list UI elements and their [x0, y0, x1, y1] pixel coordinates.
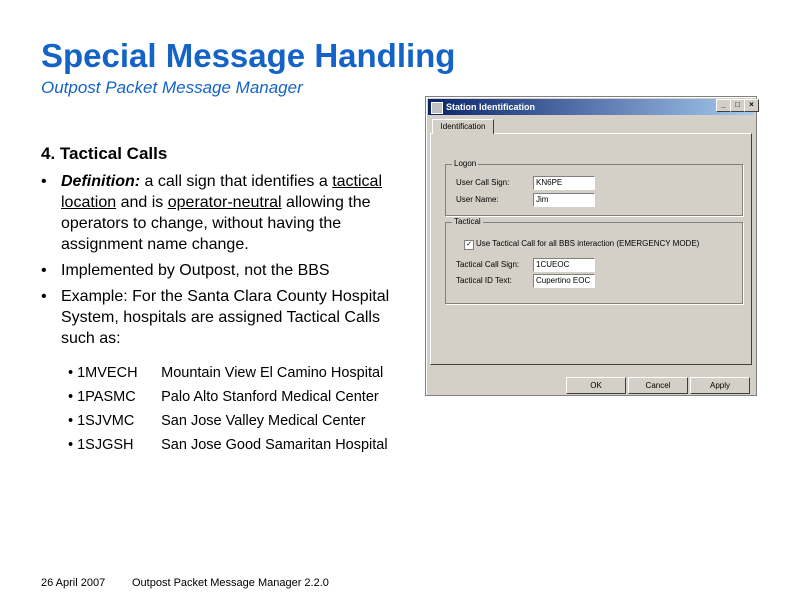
logon-group: Logon [445, 159, 743, 216]
footer-date: 26 April 2007 [41, 577, 106, 589]
cancel-button[interactable]: Cancel [628, 377, 688, 394]
tactical-group-label: Tactical [452, 217, 483, 227]
station-identification-dialog: Station Identification _ □ × Identificat… [425, 96, 759, 396]
slide-title: Special Message Handling [41, 37, 456, 74]
emergency-mode-checkbox[interactable]: ✓ [464, 240, 474, 250]
tactical-id-field[interactable]: Cupertino EOC [533, 274, 595, 288]
user-name-label: User Name: [456, 195, 499, 204]
bullet-text: Implemented by Outpost, not the BBS [61, 262, 330, 279]
dialog-title: Station Identification [446, 102, 535, 112]
emergency-mode-label: Use Tactical Call for all BBS interactio… [476, 239, 700, 248]
dialog-title-bar: Station Identification [428, 99, 754, 115]
close-button[interactable]: × [744, 99, 759, 112]
bullet-definition: • Definition: a call sign that identifie… [41, 171, 401, 255]
bullet-text: Example: For the Santa Clara County Hosp… [61, 288, 390, 347]
maximize-button[interactable]: □ [730, 99, 745, 112]
bullet-dot: • [68, 389, 74, 405]
tab-identification[interactable]: Identification [432, 119, 494, 134]
slide-subtitle: Outpost Packet Message Manager [41, 78, 303, 97]
user-call-sign-field[interactable]: KN6PE [533, 176, 595, 190]
bullet-dot: • [68, 437, 74, 453]
user-name-field[interactable]: Jim [533, 193, 595, 207]
example-list: • 1MVECH Mountain View El Camino Hospital… [68, 361, 388, 457]
bullet-dot: • [41, 173, 47, 190]
minimize-button[interactable]: _ [716, 99, 731, 112]
operator-neutral-text: operator-neutral [167, 194, 282, 211]
example-item: • 1SJVMC San Jose Valley Medical Center [68, 409, 388, 433]
logon-group-label: Logon [452, 159, 479, 169]
example-code: 1MVECH [77, 365, 138, 381]
bullet-dot: • [41, 288, 47, 305]
ok-button[interactable]: OK [566, 377, 626, 394]
user-call-sign-label: User Call Sign: [456, 178, 510, 187]
definition-text: a call sign that identifies a [140, 173, 333, 190]
bullet-dot: • [41, 262, 47, 279]
example-name: San Jose Good Samaritan Hospital [161, 437, 388, 453]
definition-label: Definition: [61, 173, 141, 190]
tactical-call-sign-label: Tactical Call Sign: [456, 260, 520, 269]
section-heading: 4. Tactical Calls [41, 144, 168, 163]
example-code: 1SJGSH [77, 437, 134, 453]
bullet-dot: • [68, 365, 74, 381]
example-item: • 1SJGSH San Jose Good Samaritan Hospital [68, 433, 388, 457]
window-icon [431, 102, 443, 114]
example-name: Mountain View El Camino Hospital [161, 365, 384, 381]
footer-title: Outpost Packet Message Manager 2.2.0 [132, 577, 329, 589]
example-code: 1SJVMC [77, 413, 135, 429]
bullet-dot: • [68, 413, 74, 429]
example-name: San Jose Valley Medical Center [161, 413, 366, 429]
example-name: Palo Alto Stanford Medical Center [161, 389, 379, 405]
example-item: • 1MVECH Mountain View El Camino Hospital [68, 361, 388, 385]
bullet-example: • Example: For the Santa Clara County Ho… [41, 286, 401, 349]
example-item: • 1PASMC Palo Alto Stanford Medical Cente… [68, 385, 388, 409]
definition-text-mid: and is [116, 194, 168, 211]
tactical-id-label: Tactical ID Text: [456, 276, 512, 285]
bullet-list: • Definition: a call sign that identifie… [41, 171, 401, 354]
apply-button[interactable]: Apply [690, 377, 750, 394]
bullet-implemented: • Implemented by Outpost, not the BBS [41, 260, 401, 281]
tactical-call-sign-field[interactable]: 1CUEOC [533, 258, 595, 272]
example-code: 1PASMC [77, 389, 136, 405]
